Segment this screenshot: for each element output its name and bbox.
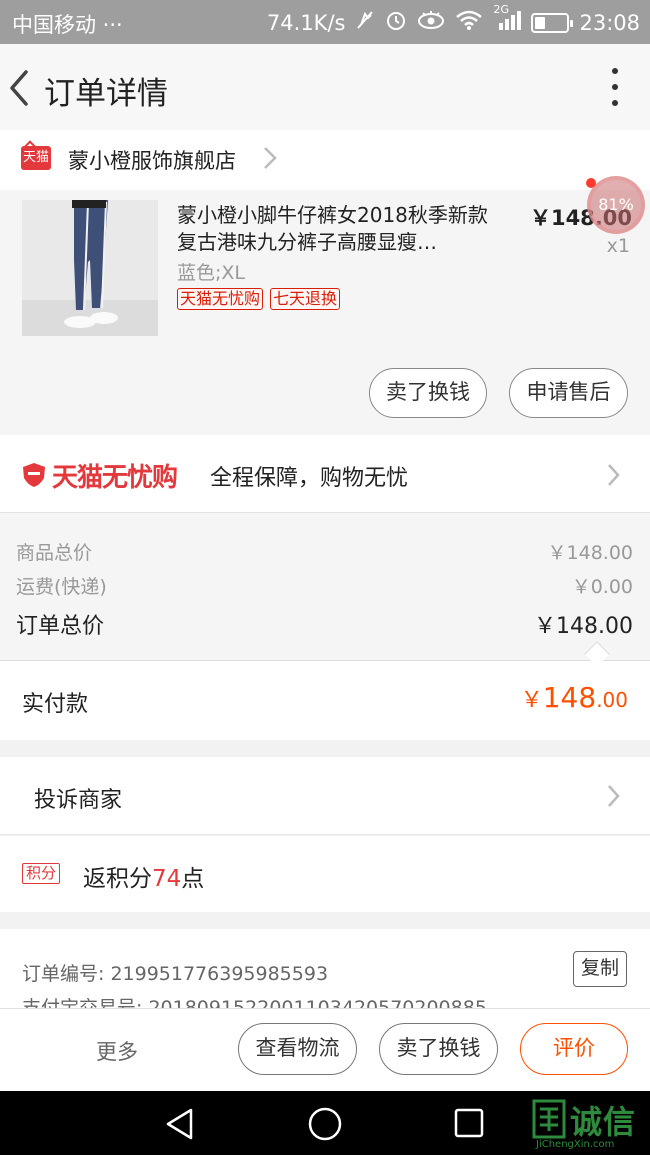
- bottom-action-bar: 更多 查看物流 卖了换钱 评价: [0, 1008, 650, 1091]
- alarm-icon: [385, 9, 407, 36]
- order-info: 订单编号: 219951776395985593 支付宝交易号: 2018091…: [0, 929, 650, 1009]
- after-sales-button[interactable]: 申请售后: [509, 368, 628, 418]
- product-title[interactable]: 蒙小橙小脚牛仔裤女2018秋季新款复古港味九分裤子高腰显瘦…: [177, 202, 502, 256]
- product-sku: 蓝色;XL: [177, 262, 246, 284]
- points-row: 积分 返积分74点: [0, 836, 650, 912]
- tmall-logo-icon: 天猫: [21, 146, 51, 170]
- resell-button-bottom[interactable]: 卖了换钱: [379, 1023, 498, 1075]
- status-indicators: 74.1K/s 2G 23:08: [266, 3, 640, 36]
- net-speed: 74.1K/s: [266, 10, 346, 35]
- back-arrow-icon[interactable]: [6, 68, 36, 108]
- notification-dot: [586, 178, 596, 188]
- mute-icon: [355, 9, 375, 36]
- chevron-right-icon: [607, 462, 621, 488]
- review-button[interactable]: 评价: [520, 1023, 628, 1075]
- nav-home-circle-icon[interactable]: [307, 1106, 343, 1146]
- watermark-text: 诚信: [570, 1103, 637, 1141]
- nav-back-triangle-icon[interactable]: [163, 1107, 197, 1145]
- subtotal-value: ￥148.00: [547, 542, 633, 564]
- guarantee-brand: 天猫无忧购: [52, 463, 178, 493]
- more-vertical-icon[interactable]: [610, 68, 620, 106]
- worry-free-guarantee-row[interactable]: 天猫无忧购 全程保障，购物无忧: [0, 435, 650, 513]
- watermark-emblem-icon: [532, 1099, 566, 1139]
- amount-paid-label: 实付款: [22, 692, 89, 717]
- product-tags: 天猫无忧购 七天退换: [177, 288, 341, 310]
- order-total-value: ￥148.00: [534, 614, 633, 639]
- watermark-logo: 诚信 JiChengXin.com: [532, 1097, 650, 1155]
- order-total-label: 订单总价: [16, 614, 105, 639]
- order-detail-screen: 中国移动 ··· 74.1K/s 2G 23:08 订单详情 天猫 蒙小橙服饰旗…: [0, 0, 650, 1155]
- points-value: 74: [152, 866, 182, 892]
- shipping-label: 运费(快递): [16, 576, 107, 598]
- clock: 23:08: [579, 10, 640, 35]
- shield-icon: [22, 462, 46, 488]
- amount-paid-row: 实付款 ￥148.00: [0, 661, 650, 740]
- order-number: 订单编号: 219951776395985593: [22, 963, 329, 985]
- more-button[interactable]: 更多: [96, 1036, 138, 1066]
- points-text: 返积分74点: [83, 866, 205, 892]
- shipping-value: ￥0.00: [571, 576, 633, 598]
- header-bar: 订单详情: [0, 44, 650, 130]
- product-quantity: x1: [606, 235, 630, 257]
- tag-seven-day-return: 七天退换: [270, 288, 341, 310]
- copy-button[interactable]: 复制: [573, 951, 627, 987]
- complain-merchant-label: 投诉商家: [34, 788, 123, 813]
- nav-recents-square-icon[interactable]: [453, 1107, 485, 1143]
- product-image[interactable]: [22, 200, 158, 336]
- chevron-right-icon: [262, 144, 278, 172]
- resell-button[interactable]: 卖了换钱: [369, 368, 487, 418]
- chevron-right-icon: [607, 783, 621, 809]
- signal-icon: 2G: [493, 3, 522, 36]
- view-logistics-button[interactable]: 查看物流: [238, 1023, 357, 1075]
- product-item[interactable]: 蒙小橙小脚牛仔裤女2018秋季新款复古港味九分裤子高腰显瘦… 蓝色;XL 天猫无…: [0, 190, 650, 435]
- alipay-trade-number: 支付宝交易号: 2018091522001103420570200885: [22, 997, 487, 1009]
- shop-row[interactable]: 天猫 蒙小橙服饰旗舰店: [0, 130, 650, 190]
- carrier-label: 中国移动 ···: [12, 13, 123, 37]
- battery-icon: [531, 12, 574, 33]
- complain-merchant-row[interactable]: 投诉商家: [0, 757, 650, 835]
- eye-icon: [417, 10, 445, 35]
- points-badge: 积分: [22, 863, 61, 884]
- amount-paid-value: ￥148.00: [520, 681, 628, 714]
- shop-name: 蒙小橙服饰旗舰店: [68, 149, 236, 173]
- page-title: 订单详情: [44, 76, 168, 112]
- wifi-icon: [455, 9, 483, 36]
- status-bar: 中国移动 ··· 74.1K/s 2G 23:08: [0, 0, 650, 44]
- watermark-subtext: JiChengXin.com: [536, 1139, 615, 1150]
- tag-worry-free: 天猫无忧购: [177, 288, 264, 310]
- network-type: 2G: [493, 3, 509, 16]
- guarantee-description: 全程保障，购物无忧: [210, 466, 409, 491]
- subtotal-label: 商品总价: [16, 542, 93, 564]
- price-summary: 商品总价 ￥148.00 运费(快递) ￥0.00 订单总价 ￥148.00: [0, 513, 650, 661]
